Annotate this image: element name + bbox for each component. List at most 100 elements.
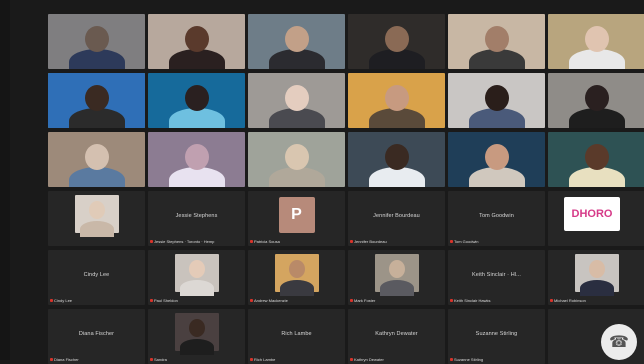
participant-tile[interactable] — [148, 132, 245, 187]
participant-display-name: Diana Fischer — [78, 331, 115, 337]
phone-icon[interactable]: ☎ — [601, 324, 637, 360]
video-feed — [348, 132, 445, 187]
participant-tile[interactable]: Sandra — [148, 309, 245, 364]
video-feed — [548, 132, 644, 187]
participant-tile[interactable] — [148, 73, 245, 128]
participant-tile[interactable] — [348, 73, 445, 128]
participant-name: Patricia Sousa — [254, 239, 280, 244]
participant-profile-photo — [274, 254, 319, 296]
video-feed — [48, 73, 145, 128]
participant-name-tag: Jessie Stephens · Toronto · Hemp — [150, 239, 214, 244]
participant-tile[interactable]: Michael Robinson — [548, 250, 644, 305]
video-feed — [248, 73, 345, 128]
muted-mic-icon — [350, 240, 353, 243]
brand-logo: DHORO — [564, 197, 620, 231]
participant-tile[interactable]: Diana Fischer Diana Fischer — [48, 309, 145, 364]
video-feed — [48, 14, 145, 69]
participant-name-tag: Michael Robinson — [550, 298, 586, 303]
muted-mic-icon — [250, 299, 253, 302]
participant-name-tag: Keith Sinclair Hawks — [450, 298, 490, 303]
participant-tile[interactable]: Keith Sinclair · Hl... Keith Sinclair Haw… — [448, 250, 545, 305]
participant-tile[interactable]: Tom Goodwin Tom Goodwin — [448, 191, 545, 246]
participant-name: Jessie Stephens · Toronto · Hemp — [154, 239, 215, 244]
participant-name: Paul Sheldon — [154, 298, 178, 303]
muted-mic-icon — [150, 240, 153, 243]
video-feed — [148, 132, 245, 187]
participant-tile[interactable] — [348, 14, 445, 69]
video-feed — [148, 73, 245, 128]
participant-tile[interactable]: Jennifer Bourdeau Jennifer Bourdeau — [348, 191, 445, 246]
video-feed — [448, 73, 545, 128]
participant-tile[interactable] — [548, 14, 644, 69]
participant-tile[interactable]: Paul Sheldon — [148, 250, 245, 305]
muted-mic-icon — [250, 240, 253, 243]
participant-tile[interactable] — [48, 191, 145, 246]
participant-tile[interactable] — [448, 132, 545, 187]
participant-display-name: Keith Sinclair · Hl... — [472, 272, 521, 278]
participant-tile[interactable]: Jessie Stephens Jessie Stephens · Toronto… — [148, 191, 245, 246]
participant-tile[interactable]: Mark Foster — [348, 250, 445, 305]
video-feed — [348, 73, 445, 128]
participant-tile[interactable] — [348, 132, 445, 187]
video-feed — [448, 132, 545, 187]
participant-tile[interactable] — [448, 14, 545, 69]
participant-tile[interactable]: P Patricia Sousa — [248, 191, 345, 246]
participant-name: Michael Robinson — [554, 298, 586, 303]
participant-tile[interactable] — [548, 73, 644, 128]
muted-mic-icon — [50, 299, 53, 302]
participant-display-name: Jessie Stephens — [175, 213, 218, 219]
participant-name: Tom Goodwin — [454, 239, 479, 244]
participant-tile[interactable]: Cindy Lee Cindy Lee — [48, 250, 145, 305]
participant-name-tag: Andrew Mackenzie — [250, 298, 288, 303]
participant-tile[interactable]: Suzanne Stirling Suzanne Stirling — [448, 309, 545, 364]
participant-tile[interactable] — [548, 132, 644, 187]
participant-tile[interactable]: Rich Lambe Rich Lambe — [248, 309, 345, 364]
muted-mic-icon — [350, 299, 353, 302]
participant-name: Jennifer Bourdeau — [354, 239, 387, 244]
video-feed — [248, 14, 345, 69]
participant-tile[interactable]: Andrew Mackenzie — [248, 250, 345, 305]
muted-mic-icon — [450, 240, 453, 243]
participant-tile[interactable]: ☎ — [548, 309, 644, 364]
participant-display-name: Kathryn Dewater — [375, 331, 418, 337]
participant-display-name: Rich Lambe — [281, 331, 312, 337]
participant-name-tag: Mark Foster — [350, 298, 375, 303]
muted-mic-icon — [550, 299, 553, 302]
participant-name-tag: Cindy Lee — [50, 298, 72, 303]
participant-profile-photo — [574, 254, 619, 296]
video-feed — [348, 14, 445, 69]
participant-tile[interactable] — [148, 14, 245, 69]
participant-name: Keith Sinclair Hawks — [454, 298, 491, 303]
participant-name-tag: Patricia Sousa — [250, 239, 280, 244]
window-edge — [0, 0, 10, 360]
video-feed — [48, 132, 145, 187]
participant-display-name: Tom Goodwin — [479, 213, 514, 219]
video-feed — [248, 132, 345, 187]
muted-mic-icon — [450, 299, 453, 302]
participant-name: Mark Foster — [354, 298, 376, 303]
participant-name: Andrew Mackenzie — [254, 298, 288, 303]
participant-tile[interactable] — [48, 14, 145, 69]
participant-tile[interactable] — [48, 73, 145, 128]
video-feed — [548, 14, 644, 69]
participant-name-tag: Tom Goodwin — [450, 239, 478, 244]
muted-mic-icon — [150, 299, 153, 302]
participant-profile-photo — [174, 313, 219, 355]
participant-display-name: Jennifer Bourdeau — [373, 213, 420, 219]
participant-display-name: Cindy Lee — [83, 272, 110, 278]
participant-profile-photo — [74, 195, 119, 237]
participant-tile[interactable]: DHORO — [548, 191, 644, 246]
participant-tile[interactable]: Kathryn Dewater Kathryn Dewater — [348, 309, 445, 364]
video-feed — [548, 73, 644, 128]
participant-tile[interactable] — [448, 73, 545, 128]
participant-name: Cindy Lee — [54, 298, 73, 303]
participant-tile[interactable] — [248, 73, 345, 128]
participant-profile-photo — [374, 254, 419, 296]
participant-display-name: Suzanne Stirling — [475, 331, 518, 337]
participant-tile[interactable] — [248, 14, 345, 69]
participant-profile-photo — [174, 254, 219, 296]
video-feed — [148, 14, 245, 69]
participant-tile[interactable] — [48, 132, 145, 187]
participant-tile[interactable] — [248, 132, 345, 187]
avatar: P — [278, 196, 315, 233]
